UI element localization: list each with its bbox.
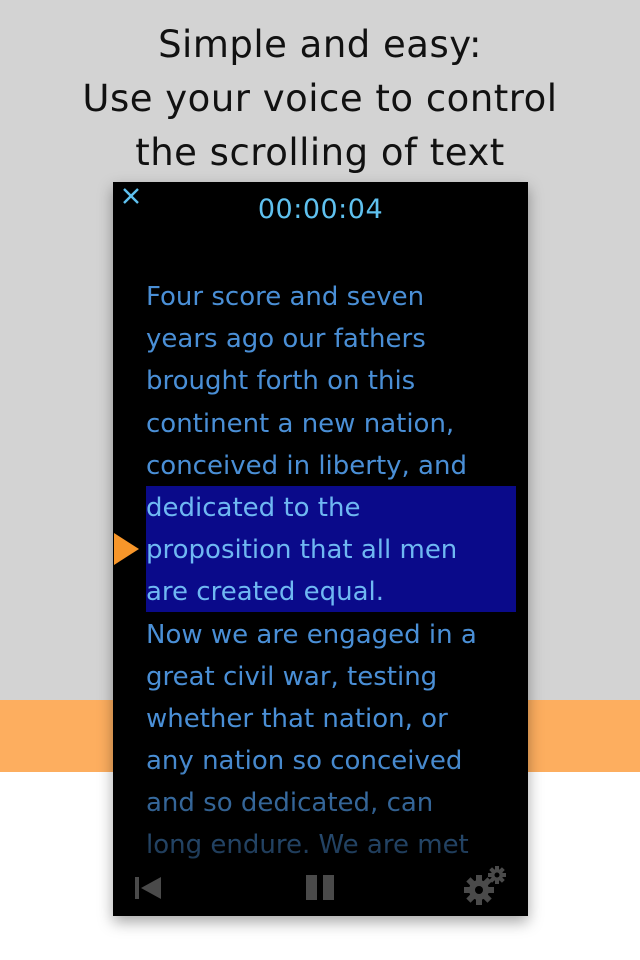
script-line: years ago our fathers bbox=[146, 324, 426, 355]
script-line: whether that nation, or bbox=[146, 703, 448, 734]
script-line: Four score and seven bbox=[146, 282, 425, 312]
rewind-to-start-button[interactable] bbox=[131, 862, 167, 916]
teleprompter-screen: 00:00:04 Four score and seven years ago o… bbox=[113, 182, 528, 916]
pause-button[interactable] bbox=[303, 862, 339, 916]
headline-line: Use your voice to control bbox=[82, 77, 558, 120]
script-line: are created equal. bbox=[146, 577, 385, 608]
elapsed-timer: 00:00:04 bbox=[257, 194, 384, 225]
script-line: conceived in liberty, and bbox=[146, 450, 467, 481]
rewind-to-start-icon bbox=[135, 877, 161, 899]
script-line: dedicated to the bbox=[146, 492, 361, 523]
script-line: proposition that all men bbox=[146, 535, 458, 566]
pause-icon bbox=[306, 875, 334, 900]
settings-gears-icon bbox=[464, 866, 506, 905]
reading-position-marker-icon bbox=[114, 533, 139, 565]
script-line: great civil war, testing bbox=[146, 661, 438, 692]
settings-button[interactable] bbox=[459, 862, 509, 916]
script-text-area[interactable]: Four score and seven years ago our father… bbox=[146, 276, 516, 916]
headline-line: the scrolling of text bbox=[135, 131, 505, 174]
headline-line: Simple and easy: bbox=[158, 23, 482, 66]
playback-toolbar bbox=[113, 862, 528, 916]
script-line: brought forth on this bbox=[146, 366, 416, 397]
script-line: continent a new nation, bbox=[146, 408, 455, 439]
script-line: Now we are engaged in a bbox=[146, 619, 477, 650]
headline: Simple and easy: Use your voice to contr… bbox=[0, 18, 640, 180]
